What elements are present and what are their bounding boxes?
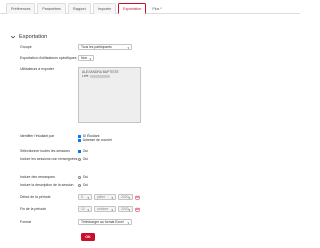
calendar-icon[interactable] [135,207,140,212]
radio-icon[interactable] [78,183,82,187]
tab-plus[interactable]: Plus ▾ [148,3,165,14]
end-day-value: 12 [81,207,85,211]
chevron-down-icon: ▾ [111,208,113,213]
checkbox-checked-icon[interactable] [78,134,82,138]
format-select[interactable]: Télécharger au format Excel ▾ [78,219,132,225]
chevron-down-icon: ▾ [87,196,89,201]
format-select-value: Télécharger au format Excel [81,220,124,224]
user-export-select[interactable]: Non ▾ [78,55,94,61]
user-export-select-value: Non [81,56,88,60]
notes-label: Inclure des remarques [20,175,55,180]
chevron-down-icon: ▾ [128,196,130,201]
chevron-down-icon: ▾ [89,57,91,62]
chevron-down-icon: ▾ [111,196,113,201]
group-select-value: Tous les participants [81,45,112,49]
start-year-value: 2020 [121,195,129,199]
tab-rapport[interactable]: Rapport [67,3,91,14]
start-label: Début de la période [20,194,51,199]
list-item[interactable]: Lefe [82,74,137,78]
tab-bar: Préférences Paramètres Rapport Importer … [0,0,300,14]
section-header[interactable]: Exportation [10,34,47,40]
end-label: Fin de la période [20,206,47,211]
format-row: Format Télécharger au format Excel ▾ [20,219,132,225]
chevron-down-icon: ▾ [128,208,130,213]
group-label: Groupe [20,44,32,49]
users-label: Utilisateurs à exporter [20,67,55,71]
tab-parametres[interactable]: Paramètres [37,3,66,14]
checkbox-checked-icon[interactable] [78,139,82,143]
group-select[interactable]: Tous les participants ▾ [78,44,132,50]
all-sessions-option-label: Oui [82,149,88,153]
start-day-select[interactable]: 5 ▾ [78,194,92,200]
start-row: Début de la période 5 ▾ juillet ▾ 2020 ▾ [20,194,140,200]
session-desc-row: Inclure la description de la session Oui [20,183,88,187]
all-sessions-option[interactable]: Oui [78,149,88,153]
end-month-value: octobre [97,207,109,211]
identify-options: ID Étudiant Adresse de courriel [78,134,112,143]
users-row: Utilisateurs à exporter ALEXANDRA BAPTIS… [20,67,141,123]
end-month-select[interactable]: octobre ▾ [94,206,116,212]
radio-icon[interactable] [78,175,82,179]
user-export-row: Exportation d'utilisateurs spécifiques N… [20,55,94,61]
group-row: Groupe Tous les participants ▾ [20,44,132,50]
radio-icon[interactable] [78,157,82,161]
session-desc-option-label: Oui [82,183,88,187]
user-export-label: Exportation d'utilisateurs spécifiques [20,55,77,60]
section-title: Exportation [19,34,48,40]
chevron-down-icon: ▾ [87,208,89,213]
session-desc-option[interactable]: Oui [78,183,88,187]
notes-option-label: Oui [82,175,88,179]
start-year-select[interactable]: 2020 ▾ [118,194,133,200]
start-day-value: 5 [81,195,83,199]
start-month-select[interactable]: juillet ▾ [94,194,116,200]
tab-importer[interactable]: Importer [92,3,117,14]
session-desc-label: Inclure la description de la session [20,183,74,188]
no-response-option-label: Oui [82,157,88,161]
end-row: Fin de la période 12 ▾ octobre ▾ 2020 ▾ [20,206,140,212]
identify-label: Identifier l'étudiant par [20,134,55,138]
checkbox-checked-icon[interactable] [78,149,82,153]
end-year-select[interactable]: 2020 ▾ [118,206,133,212]
all-sessions-row: Sélectionner toutes les sessions Oui [20,149,88,153]
ok-button[interactable]: OK [81,233,95,241]
no-response-label: Inclure les sessions non renseignées [20,157,78,161]
all-sessions-label: Sélectionner toutes les sessions [20,149,70,154]
redacted-text [90,75,111,78]
format-label: Format [20,219,32,224]
chevron-down-icon: ▾ [127,46,129,51]
identify-row: Identifier l'étudiant par ID Étudiant Ad… [20,134,112,143]
users-listbox[interactable]: ALEXANDRA BAPTISTE Lefe [78,67,141,123]
chevron-down-icon: ▾ [127,221,129,226]
end-day-select[interactable]: 12 ▾ [78,206,92,212]
end-year-value: 2020 [121,207,129,211]
no-response-option[interactable]: Oui [78,157,88,161]
identify-option-email-label: Adresse de courriel [82,138,112,143]
list-item-label: Lefe [82,74,89,79]
chevron-down-icon [10,35,16,39]
start-month-value: juillet [97,195,105,199]
notes-row: Inclure des remarques Oui [20,175,88,179]
notes-option[interactable]: Oui [78,175,88,179]
tab-plus-label: Plus [152,6,160,11]
no-response-row: Inclure les sessions non renseignées Oui [20,157,88,161]
tab-exportation[interactable]: Exportation [118,3,147,14]
tab-preferences[interactable]: Préférences [6,3,36,14]
chevron-down-icon: ▾ [160,7,162,10]
identify-option-email[interactable]: Adresse de courriel [78,138,112,142]
calendar-icon[interactable] [135,195,140,200]
